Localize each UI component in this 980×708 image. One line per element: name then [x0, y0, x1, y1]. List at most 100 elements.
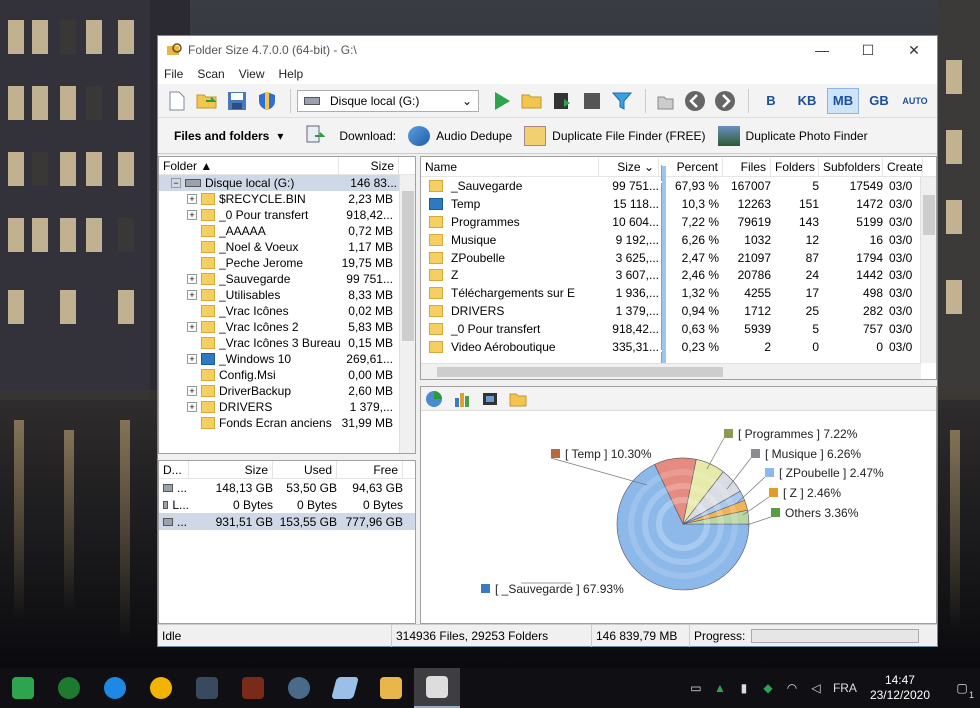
- drive-row[interactable]: L... 0 Bytes 0 Bytes 0 Bytes: [159, 496, 415, 513]
- audio-dedupe-link[interactable]: Audio Dedupe: [408, 125, 512, 146]
- tree-row[interactable]: +_Vrac Icônes 3 Bureau0,15 MB: [159, 335, 415, 351]
- drive-row[interactable]: ... 931,51 GB 153,55 GB 777,96 GB: [159, 513, 415, 530]
- clock[interactable]: 14:47 23/12/2020: [870, 673, 930, 703]
- expand-icon[interactable]: +: [187, 322, 197, 332]
- scan-folder-icon[interactable]: [519, 88, 545, 114]
- tree-row[interactable]: + _Utilisables 8,33 MB: [159, 287, 415, 303]
- folders-column-header[interactable]: Folders: [771, 157, 819, 176]
- subfolders-column-header[interactable]: Subfolders: [819, 157, 883, 176]
- menu-file[interactable]: File: [164, 67, 183, 81]
- list-row[interactable]: Video Aéroboutique 335,31... 0,23 % 2 0 0 03/0: [421, 325, 936, 368]
- unit-gb-button[interactable]: GB: [863, 88, 895, 114]
- drive-select[interactable]: Disque local (G:) ⌄: [297, 89, 479, 112]
- tree-row[interactable]: + _0 Pour transfert 918,42...: [159, 207, 415, 223]
- taskbar-app-globe[interactable]: [276, 668, 322, 708]
- title-bar[interactable]: Folder Size 4.7.0.0 (64-bit) - G:\ — ☐ ✕: [158, 36, 937, 64]
- expand-icon[interactable]: +: [187, 290, 197, 300]
- list-hscroll-thumb[interactable]: [437, 367, 723, 377]
- list-scroll-thumb[interactable]: [923, 195, 935, 235]
- expand-icon[interactable]: +: [187, 194, 197, 204]
- close-button[interactable]: ✕: [891, 36, 937, 64]
- folder-column-header[interactable]: Folder ▲: [159, 157, 339, 175]
- film-icon[interactable]: [481, 390, 499, 408]
- list-row[interactable]: _Sauvegarde 99 751... 67,93 % 167007 5 17549 0…: [421, 164, 936, 207]
- language-indicator[interactable]: FRA: [828, 668, 862, 708]
- tree-vertical-scrollbar[interactable]: [399, 175, 415, 453]
- expand-icon[interactable]: +: [187, 210, 197, 220]
- duplicate-file-finder-link[interactable]: Duplicate File Finder (FREE): [524, 125, 706, 146]
- expand-icon[interactable]: +: [187, 402, 197, 412]
- security-shield-icon[interactable]: ◆: [756, 668, 780, 708]
- folder-chart-icon[interactable]: [509, 390, 527, 408]
- taskbar-app-game[interactable]: [230, 668, 276, 708]
- monitor-icon[interactable]: ▭: [684, 668, 708, 708]
- drive-free-column-header[interactable]: Free: [337, 461, 403, 479]
- taskbar-app-active[interactable]: [414, 668, 460, 708]
- list-horizontal-scrollbar[interactable]: [421, 363, 921, 379]
- tree-row[interactable]: + $RECYCLE.BIN 2,23 MB: [159, 191, 415, 207]
- tree-row[interactable]: +_Peche Jerome19,75 MB: [159, 255, 415, 271]
- shield-icon[interactable]: [254, 88, 280, 114]
- volume-icon[interactable]: ◁: [804, 668, 828, 708]
- tree-row[interactable]: +_AAAAA0,72 MB: [159, 223, 415, 239]
- drive-row[interactable]: ... 148,13 GB 53,50 GB 94,63 GB: [159, 479, 415, 496]
- expand-icon[interactable]: +: [187, 274, 197, 284]
- back-arrow-icon[interactable]: [682, 88, 708, 114]
- tree-row[interactable]: + DRIVERS 1 379,...: [159, 399, 415, 415]
- save-icon[interactable]: [224, 88, 250, 114]
- unit-mb-button[interactable]: MB: [827, 87, 859, 114]
- collapse-icon[interactable]: −: [171, 178, 181, 188]
- chevron-down-icon[interactable]: ▾: [277, 129, 283, 143]
- size-column-header[interactable]: Size: [339, 157, 399, 175]
- duplicate-photo-finder-link[interactable]: Duplicate Photo Finder: [717, 125, 868, 146]
- tree-scroll-thumb[interactable]: [402, 191, 414, 341]
- created-column-header[interactable]: Created: [883, 157, 923, 176]
- tree-row[interactable]: + _Windows 10 269,61...: [159, 351, 415, 367]
- menu-scan[interactable]: Scan: [197, 67, 224, 81]
- list-vertical-scrollbar[interactable]: [920, 177, 936, 363]
- notification-icon[interactable]: ▢ 1: [944, 668, 980, 708]
- taskbar-app-notes[interactable]: [184, 668, 230, 708]
- taskbar-app-media[interactable]: [138, 668, 184, 708]
- bar-chart-icon[interactable]: [453, 390, 471, 408]
- tree-row[interactable]: +Fonds Ecran anciens31,99 MB: [159, 415, 415, 431]
- drive-size-column-header[interactable]: Size: [189, 461, 273, 479]
- tree-root-row[interactable]: − Disque local (G:) 146 83...: [159, 175, 415, 191]
- unit-auto-button[interactable]: AUTO: [899, 88, 931, 114]
- menu-help[interactable]: Help: [279, 67, 304, 81]
- scan-drive-icon[interactable]: [549, 88, 575, 114]
- tree-row[interactable]: +_Noel & Voeux1,17 MB: [159, 239, 415, 255]
- tree-row[interactable]: +_Vrac Icônes0,02 MB: [159, 303, 415, 319]
- export-icon[interactable]: [305, 124, 326, 147]
- green-arrow-icon[interactable]: ▲: [708, 668, 732, 708]
- taskbar-app-home[interactable]: [0, 668, 46, 708]
- drive-used-column-header[interactable]: Used: [273, 461, 337, 479]
- files-column-header[interactable]: Files: [723, 157, 771, 176]
- taskbar-app-s[interactable]: [92, 668, 138, 708]
- open-folder-icon[interactable]: [194, 88, 220, 114]
- tree-row[interactable]: + _Vrac Icônes 2 5,83 MB: [159, 319, 415, 335]
- maximize-button[interactable]: ☐: [845, 36, 891, 64]
- unit-kb-button[interactable]: KB: [791, 88, 823, 114]
- usb-icon[interactable]: ▮: [732, 668, 756, 708]
- up-folder-icon[interactable]: [652, 88, 678, 114]
- view-mode-dropdown[interactable]: Files and folders: [174, 129, 269, 143]
- forward-arrow-icon[interactable]: [712, 88, 738, 114]
- filter-icon[interactable]: [609, 88, 635, 114]
- scan-play-icon[interactable]: [489, 88, 515, 114]
- tree-row[interactable]: + DriverBackup 2,60 MB: [159, 383, 415, 399]
- minimize-button[interactable]: —: [799, 36, 845, 64]
- expand-icon[interactable]: +: [187, 354, 197, 364]
- new-document-icon[interactable]: [164, 88, 190, 114]
- drive-column-header[interactable]: D...: [159, 461, 189, 479]
- name-column-header[interactable]: Name: [421, 157, 599, 176]
- expand-icon[interactable]: +: [187, 386, 197, 396]
- unit-bytes-button[interactable]: B: [755, 88, 787, 114]
- pie-chart-icon[interactable]: [425, 390, 443, 408]
- network-icon[interactable]: ◠: [780, 668, 804, 708]
- tree-row[interactable]: + _Sauvegarde 99 751...: [159, 271, 415, 287]
- stop-icon[interactable]: [579, 88, 605, 114]
- tree-row[interactable]: +Config.Msi0,00 MB: [159, 367, 415, 383]
- menu-view[interactable]: View: [239, 67, 265, 81]
- taskbar-app-eraser[interactable]: [322, 668, 368, 708]
